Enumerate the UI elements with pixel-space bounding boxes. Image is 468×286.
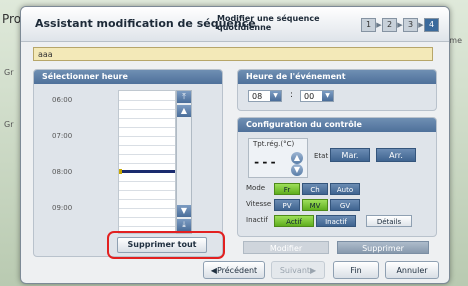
state-label: Etat <box>314 152 329 160</box>
time-slot-line <box>119 217 175 218</box>
speed-option-mv[interactable]: MV <box>302 199 328 211</box>
background-right-label: me <box>449 36 462 45</box>
speed-option-gv[interactable]: GV <box>330 199 360 211</box>
highlight-outline <box>107 231 225 259</box>
selected-slot-marker <box>119 169 122 174</box>
sequence-wizard-dialog: Assistant modification de séquence Modif… <box>20 6 450 284</box>
scroll-top-icon[interactable]: ⤒ <box>177 91 191 103</box>
hour-value: 08 <box>252 92 263 101</box>
cancel-button[interactable]: Annuler <box>385 261 439 279</box>
time-label: 07:00 <box>52 132 73 140</box>
time-labels: 06:00 07:00 08:00 09:00 <box>40 84 94 234</box>
time-label: 09:00 <box>52 204 73 212</box>
chevron-down-icon: ▼ <box>270 91 281 101</box>
dialog-titlebar: Assistant modification de séquence Modif… <box>21 7 449 42</box>
previous-button[interactable]: ◀Précédent <box>203 261 265 279</box>
step-3: 3 <box>403 18 418 32</box>
finish-button[interactable]: Fin <box>333 261 379 279</box>
state-off-button[interactable]: Arr. <box>376 148 416 162</box>
step-2: 2 <box>382 18 397 32</box>
time-slot-line <box>119 127 175 128</box>
hour-select[interactable]: 08 ▼ <box>248 90 282 102</box>
setpoint-up-icon[interactable]: ▲ <box>291 152 303 164</box>
time-slot-line <box>119 136 175 137</box>
step-indicator: 1 ▶ 2 ▶ 3 ▶ 4 <box>361 18 439 32</box>
time-slot-grid[interactable] <box>118 90 176 234</box>
sequence-name-field[interactable]: aaa <box>33 47 433 61</box>
modify-button[interactable]: Modifier <box>243 241 329 254</box>
inactive-option-inactif[interactable]: Inactif <box>316 215 356 227</box>
minute-select[interactable]: 00 ▼ <box>300 90 334 102</box>
scroll-down-icon[interactable]: ▼ <box>177 205 191 217</box>
time-label: 08:00 <box>52 168 73 176</box>
mode-label: Mode <box>246 184 266 192</box>
background-side-label: Gr <box>4 120 14 129</box>
step-4-active: 4 <box>424 18 439 32</box>
chevron-down-icon: ▼ <box>322 91 333 101</box>
time-slot-line <box>119 118 175 119</box>
setpoint-value: --- <box>253 155 278 169</box>
scroll-bottom-icon[interactable]: ⤓ <box>177 219 191 231</box>
inactive-label: Inactif <box>246 216 268 224</box>
time-slot-line <box>119 145 175 146</box>
speed-label: Vitesse <box>246 200 272 208</box>
time-slot-line <box>119 100 175 101</box>
time-separator: : <box>290 90 294 100</box>
control-config-panel: Configuration du contrôle Tpt.rég.(°C) -… <box>237 117 437 237</box>
setpoint-box: Tpt.rég.(°C) --- ▲ ▼ <box>248 138 308 178</box>
setpoint-label: Tpt.rég.(°C) <box>253 140 295 148</box>
background-side-label: Gr <box>4 68 14 77</box>
scroll-up-icon[interactable]: ▲ <box>177 105 191 117</box>
setpoint-down-icon[interactable]: ▼ <box>291 164 303 176</box>
state-on-button[interactable]: Mar. <box>330 148 370 162</box>
time-label: 06:00 <box>52 96 73 104</box>
event-time-header: Heure de l'événement <box>238 70 436 84</box>
select-time-header: Sélectionner heure <box>34 70 222 84</box>
time-slot-line <box>119 208 175 209</box>
minute-value: 00 <box>304 92 315 101</box>
time-slot-line <box>119 199 175 200</box>
details-button[interactable]: Détails <box>366 215 412 227</box>
time-slot-line <box>119 190 175 191</box>
select-time-panel: Sélectionner heure 06:00 07:00 08:00 09:… <box>33 69 223 257</box>
time-slot-line <box>119 163 175 164</box>
mode-option-ch[interactable]: Ch <box>302 183 328 195</box>
inactive-option-actif[interactable]: Actif <box>274 215 314 227</box>
selected-time-slot[interactable] <box>119 170 175 173</box>
event-time-panel: Heure de l'événement 08 ▼ : 00 ▼ <box>237 69 437 111</box>
mode-option-fr[interactable]: Fr <box>274 183 300 195</box>
step-1: 1 <box>361 18 376 32</box>
delete-button[interactable]: Supprimer <box>337 241 429 254</box>
time-slot-line <box>119 226 175 227</box>
speed-option-pv[interactable]: PV <box>274 199 300 211</box>
time-slot-line <box>119 154 175 155</box>
background-title-fragment: Pro <box>2 12 22 26</box>
time-slot-line <box>119 109 175 110</box>
time-slot-line <box>119 181 175 182</box>
dialog-subtitle: Modifier une séquence quotidienne <box>217 14 320 32</box>
control-config-header: Configuration du contrôle <box>238 118 436 132</box>
next-button[interactable]: Suivant▶ <box>271 261 325 279</box>
time-scrollbar[interactable]: ⤒ ▲ ▼ ⤓ <box>176 90 192 234</box>
mode-option-auto[interactable]: Auto <box>330 183 360 195</box>
